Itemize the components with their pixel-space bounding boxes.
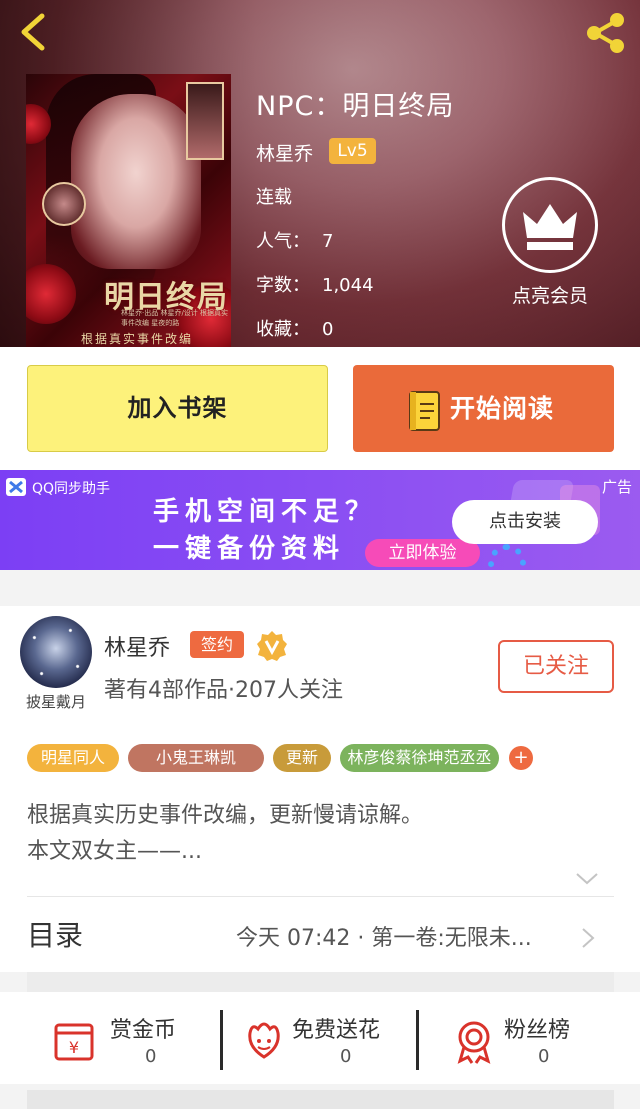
- book-title: NPC：明日终局: [256, 91, 455, 122]
- favorites-value: 0: [322, 319, 334, 340]
- chevron-left-icon: [21, 13, 45, 51]
- author-section: 披星戴月 林星乔 签约 著有4部作品·207人关注 已关注 明星同人 小鬼王琳凯…: [0, 606, 640, 972]
- avatar-caption: 披星戴月: [25, 693, 86, 711]
- reward-flowers-count: 0: [340, 1046, 352, 1067]
- start-reading-button[interactable]: 开始阅读: [353, 365, 614, 452]
- cover-inset-portrait: [42, 182, 86, 226]
- share-button[interactable]: [582, 10, 628, 56]
- wordcount-stat: 字数： 1,044: [256, 271, 374, 297]
- popularity-label: 人气：: [256, 231, 310, 252]
- money-bag-icon: ¥: [54, 1023, 94, 1061]
- chevron-down-icon[interactable]: [574, 871, 600, 887]
- cover-fine-print: 林星乔·出品 林星乔/设计 根据真实事件改编 星夜的路: [121, 309, 229, 327]
- reward-flowers-label: 免费送花: [292, 1018, 381, 1043]
- verified-icon: [257, 631, 287, 661]
- back-button[interactable]: [14, 10, 54, 54]
- avatar[interactable]: [20, 616, 92, 688]
- svg-text:¥: ¥: [69, 1038, 79, 1057]
- book-description: 根据真实历史事件改编，更新慢请谅解。: [27, 803, 424, 828]
- wordcount-label: 字数：: [256, 275, 310, 296]
- follow-button[interactable]: 已关注: [498, 640, 614, 693]
- divider: [27, 896, 614, 897]
- book-detail-page: 明日终局 林星乔·出品 林星乔/设计 根据真实事件改编 星夜的路 根据真实事件改…: [0, 0, 640, 1109]
- more-tags-button[interactable]: +: [509, 746, 533, 770]
- vip-button[interactable]: 点亮会员: [500, 177, 600, 307]
- avatar-art: [20, 616, 92, 688]
- author-stats: 著有4部作品·207人关注: [104, 678, 343, 703]
- flower-icon: [248, 1022, 280, 1059]
- start-reading-label: 开始阅读: [450, 394, 555, 423]
- author-name[interactable]: 林星乔: [256, 139, 313, 166]
- section-gap: [27, 1090, 614, 1109]
- add-to-shelf-button[interactable]: 加入书架: [27, 365, 328, 452]
- tag-item[interactable]: 林彦俊蔡徐坤范丞丞: [340, 744, 499, 772]
- book-description-2: 本文双女主——...: [27, 839, 202, 864]
- tag-item[interactable]: 小鬼王琳凯: [128, 744, 264, 772]
- book-icon: [409, 391, 440, 431]
- cover-inset-photo: [186, 82, 224, 160]
- ad-try-button[interactable]: 立即体验: [365, 539, 480, 567]
- reward-coins[interactable]: ¥ 赏金币 0: [50, 992, 240, 1084]
- ad-label: 广告: [602, 478, 633, 496]
- chevron-right-icon[interactable]: [580, 926, 596, 950]
- action-bar: 加入书架 开始阅读: [0, 347, 640, 470]
- cover-art-face: [71, 94, 201, 269]
- ad-source: QQ同步助手: [32, 481, 111, 497]
- ad-headline: 手机空间不足？: [153, 497, 378, 527]
- share-icon: [587, 13, 624, 53]
- crown-icon: [523, 204, 577, 250]
- tag-item[interactable]: 明星同人: [27, 744, 119, 772]
- wordcount-value: 1,044: [322, 275, 374, 296]
- ad-banner[interactable]: QQ同步助手 广告 手机空间不足？ 一键备份资料 立即体验 点击安装: [0, 470, 640, 570]
- toc-title[interactable]: 目录: [27, 914, 83, 954]
- ad-install-button[interactable]: 点击安装: [452, 500, 598, 544]
- divider: [220, 1010, 223, 1070]
- favorites-label: 收藏：: [256, 319, 310, 340]
- popularity-stat: 人气： 7: [256, 227, 333, 253]
- reward-fans-count: 0: [538, 1046, 550, 1067]
- gear-icon: [488, 544, 526, 570]
- vip-label: 点亮会员: [511, 285, 588, 307]
- ad-headline-2: 一键备份资料: [153, 534, 346, 564]
- tag-item[interactable]: 更新: [273, 744, 331, 772]
- vip-circle: [502, 177, 598, 273]
- author-card-name[interactable]: 林星乔: [104, 630, 170, 662]
- signed-badge: 签约: [190, 631, 244, 658]
- ad-logo-icon: [6, 478, 26, 496]
- book-cover[interactable]: 明日终局 林星乔·出品 林星乔/设计 根据真实事件改编 星夜的路 根据真实事件改…: [26, 74, 231, 347]
- cover-subtitle: 根据真实事件改编: [81, 332, 194, 346]
- popularity-value: 7: [322, 231, 334, 252]
- reward-flowers[interactable]: 免费送花 0: [240, 992, 430, 1084]
- favorites-stat: 收藏： 0: [256, 315, 333, 341]
- reward-fans-label: 粉丝榜: [504, 1018, 571, 1043]
- reward-coins-count: 0: [145, 1046, 157, 1067]
- divider: [416, 1010, 419, 1070]
- medal-icon: [457, 1021, 491, 1064]
- toc-latest-chapter[interactable]: 今天 07:42 · 第一卷:无限未...: [236, 920, 532, 952]
- serial-status: 连载: [256, 187, 292, 208]
- level-badge: Lv5: [329, 138, 376, 164]
- section-gap: [27, 972, 614, 992]
- reward-bar: ¥ 赏金币 0 免费送花 0 粉丝榜 0: [0, 992, 640, 1084]
- reward-fans[interactable]: 粉丝榜 0: [450, 992, 640, 1084]
- reward-coins-label: 赏金币: [110, 1018, 177, 1043]
- book-header: 明日终局 林星乔·出品 林星乔/设计 根据真实事件改编 星夜的路 根据真实事件改…: [0, 0, 640, 347]
